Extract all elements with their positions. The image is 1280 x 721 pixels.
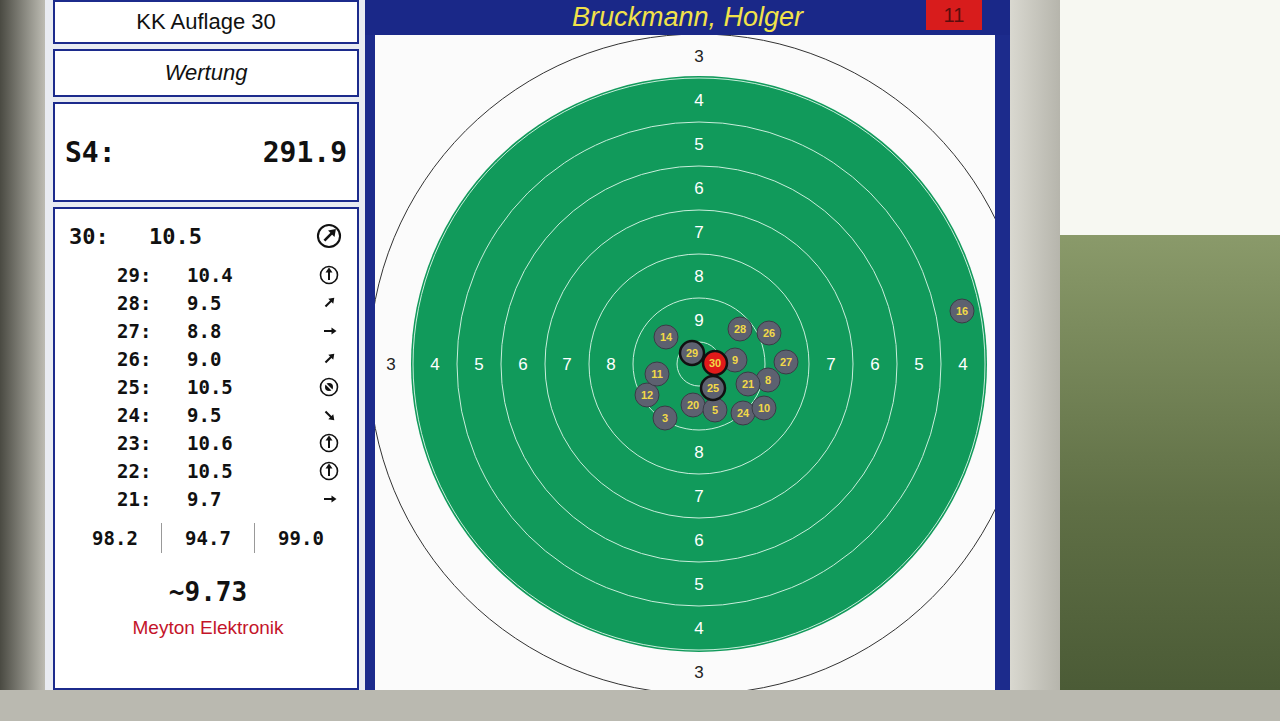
shot-row: 27: 8.8 bbox=[69, 317, 347, 345]
svg-text:5: 5 bbox=[694, 135, 703, 154]
shot-marker: 24 bbox=[731, 401, 755, 425]
svg-text:8: 8 bbox=[694, 443, 703, 462]
arrow-icon bbox=[319, 293, 339, 313]
svg-text:8: 8 bbox=[694, 267, 703, 286]
shot-marker: 12 bbox=[635, 383, 659, 407]
lane-badge: 11 bbox=[926, 0, 982, 30]
svg-text:28: 28 bbox=[734, 323, 746, 335]
svg-text:6: 6 bbox=[694, 179, 703, 198]
monitor-screen: KK Auflage 30 Wertung S4:291.9 30: 10.5 … bbox=[45, 0, 1010, 690]
svg-text:25: 25 bbox=[707, 382, 719, 394]
svg-text:14: 14 bbox=[660, 331, 673, 343]
svg-text:8: 8 bbox=[606, 355, 615, 374]
svg-text:5: 5 bbox=[474, 355, 483, 374]
arrow-icon bbox=[319, 265, 339, 285]
svg-text:5: 5 bbox=[914, 355, 923, 374]
svg-text:3: 3 bbox=[694, 663, 703, 682]
arrow-icon bbox=[319, 349, 339, 369]
svg-text:3: 3 bbox=[662, 412, 668, 424]
svg-text:8: 8 bbox=[765, 374, 771, 386]
shooter-header: Bruckmann, Holger 11 bbox=[365, 0, 1010, 35]
svg-text:3: 3 bbox=[386, 355, 395, 374]
shot-marker: 16 bbox=[950, 299, 974, 323]
target: 3333444455556666777788899161412113205241… bbox=[375, 35, 995, 690]
shot-marker: 30 bbox=[703, 351, 727, 375]
shot-marker: 28 bbox=[728, 317, 752, 341]
shot-row: 22: 10.5 bbox=[69, 457, 347, 485]
svg-text:3: 3 bbox=[694, 47, 703, 66]
series-sums: 98.294.799.0 bbox=[69, 523, 347, 553]
shot-row: 29: 10.4 bbox=[69, 261, 347, 289]
shot-marker: 26 bbox=[757, 321, 781, 345]
svg-text:4: 4 bbox=[958, 355, 967, 374]
svg-text:27: 27 bbox=[780, 356, 792, 368]
shot-marker: 20 bbox=[681, 393, 705, 417]
shot-row: 24: 9.5 bbox=[69, 401, 347, 429]
arrow-icon bbox=[319, 433, 339, 453]
monitor-bezel bbox=[0, 0, 45, 690]
svg-text:6: 6 bbox=[694, 531, 703, 550]
average: ~9.73 bbox=[69, 577, 347, 607]
svg-text:29: 29 bbox=[686, 347, 698, 359]
svg-text:26: 26 bbox=[763, 327, 775, 339]
info-panel: KK Auflage 30 Wertung S4:291.9 30: 10.5 … bbox=[45, 0, 365, 690]
svg-text:4: 4 bbox=[430, 355, 439, 374]
svg-text:5: 5 bbox=[694, 575, 703, 594]
svg-text:24: 24 bbox=[737, 407, 750, 419]
shot-marker: 14 bbox=[654, 325, 678, 349]
range-background bbox=[1060, 0, 1280, 690]
svg-text:12: 12 bbox=[641, 389, 653, 401]
svg-text:7: 7 bbox=[694, 487, 703, 506]
svg-text:21: 21 bbox=[742, 378, 754, 390]
center-icon bbox=[319, 377, 339, 397]
svg-text:4: 4 bbox=[694, 91, 703, 110]
svg-text:4: 4 bbox=[694, 619, 703, 638]
shot-list: 30: 10.5 29: 10.4 28: 9.5 27: 8.8 26: 9.… bbox=[53, 207, 359, 690]
svg-text:7: 7 bbox=[826, 355, 835, 374]
shot-marker: 10 bbox=[752, 396, 776, 420]
brand-label: Meyton Elektronik bbox=[69, 617, 347, 639]
shot-row: 21: 9.7 bbox=[69, 485, 347, 513]
svg-text:16: 16 bbox=[956, 305, 968, 317]
arrow-icon bbox=[319, 461, 339, 481]
shot-marker: 11 bbox=[645, 362, 669, 386]
series-total: S4:291.9 bbox=[53, 102, 359, 202]
photo: KK Auflage 30 Wertung S4:291.9 30: 10.5 … bbox=[0, 0, 1280, 721]
shot-row: 28: 9.5 bbox=[69, 289, 347, 317]
arrow-icon bbox=[319, 405, 339, 425]
shot-marker: 27 bbox=[774, 350, 798, 374]
shot-row: 25: 10.5 bbox=[69, 373, 347, 401]
shot-marker: 21 bbox=[736, 372, 760, 396]
svg-text:6: 6 bbox=[870, 355, 879, 374]
shot-row: 23: 10.6 bbox=[69, 429, 347, 457]
svg-text:11: 11 bbox=[651, 368, 663, 380]
monitor-bezel bbox=[1010, 0, 1060, 690]
svg-text:7: 7 bbox=[694, 223, 703, 242]
shot-marker: 5 bbox=[703, 398, 727, 422]
shot-marker: 25 bbox=[701, 376, 725, 400]
arrow-icon bbox=[316, 223, 342, 249]
svg-text:7: 7 bbox=[562, 355, 571, 374]
svg-text:9: 9 bbox=[732, 354, 738, 366]
shot-marker: 3 bbox=[653, 406, 677, 430]
discipline-label: KK Auflage 30 bbox=[53, 0, 359, 44]
arrow-icon bbox=[319, 321, 339, 341]
arrow-icon bbox=[319, 489, 339, 509]
svg-text:10: 10 bbox=[758, 402, 770, 414]
shot-row: 26: 9.0 bbox=[69, 345, 347, 373]
current-shot: 30: 10.5 bbox=[69, 223, 347, 249]
svg-text:20: 20 bbox=[687, 399, 699, 411]
shot-marker: 29 bbox=[680, 341, 704, 365]
svg-text:5: 5 bbox=[712, 404, 718, 416]
monitor-bezel bbox=[0, 690, 1280, 721]
svg-text:6: 6 bbox=[518, 355, 527, 374]
mode-label: Wertung bbox=[53, 49, 359, 97]
svg-text:30: 30 bbox=[709, 357, 721, 369]
svg-text:9: 9 bbox=[694, 311, 703, 330]
